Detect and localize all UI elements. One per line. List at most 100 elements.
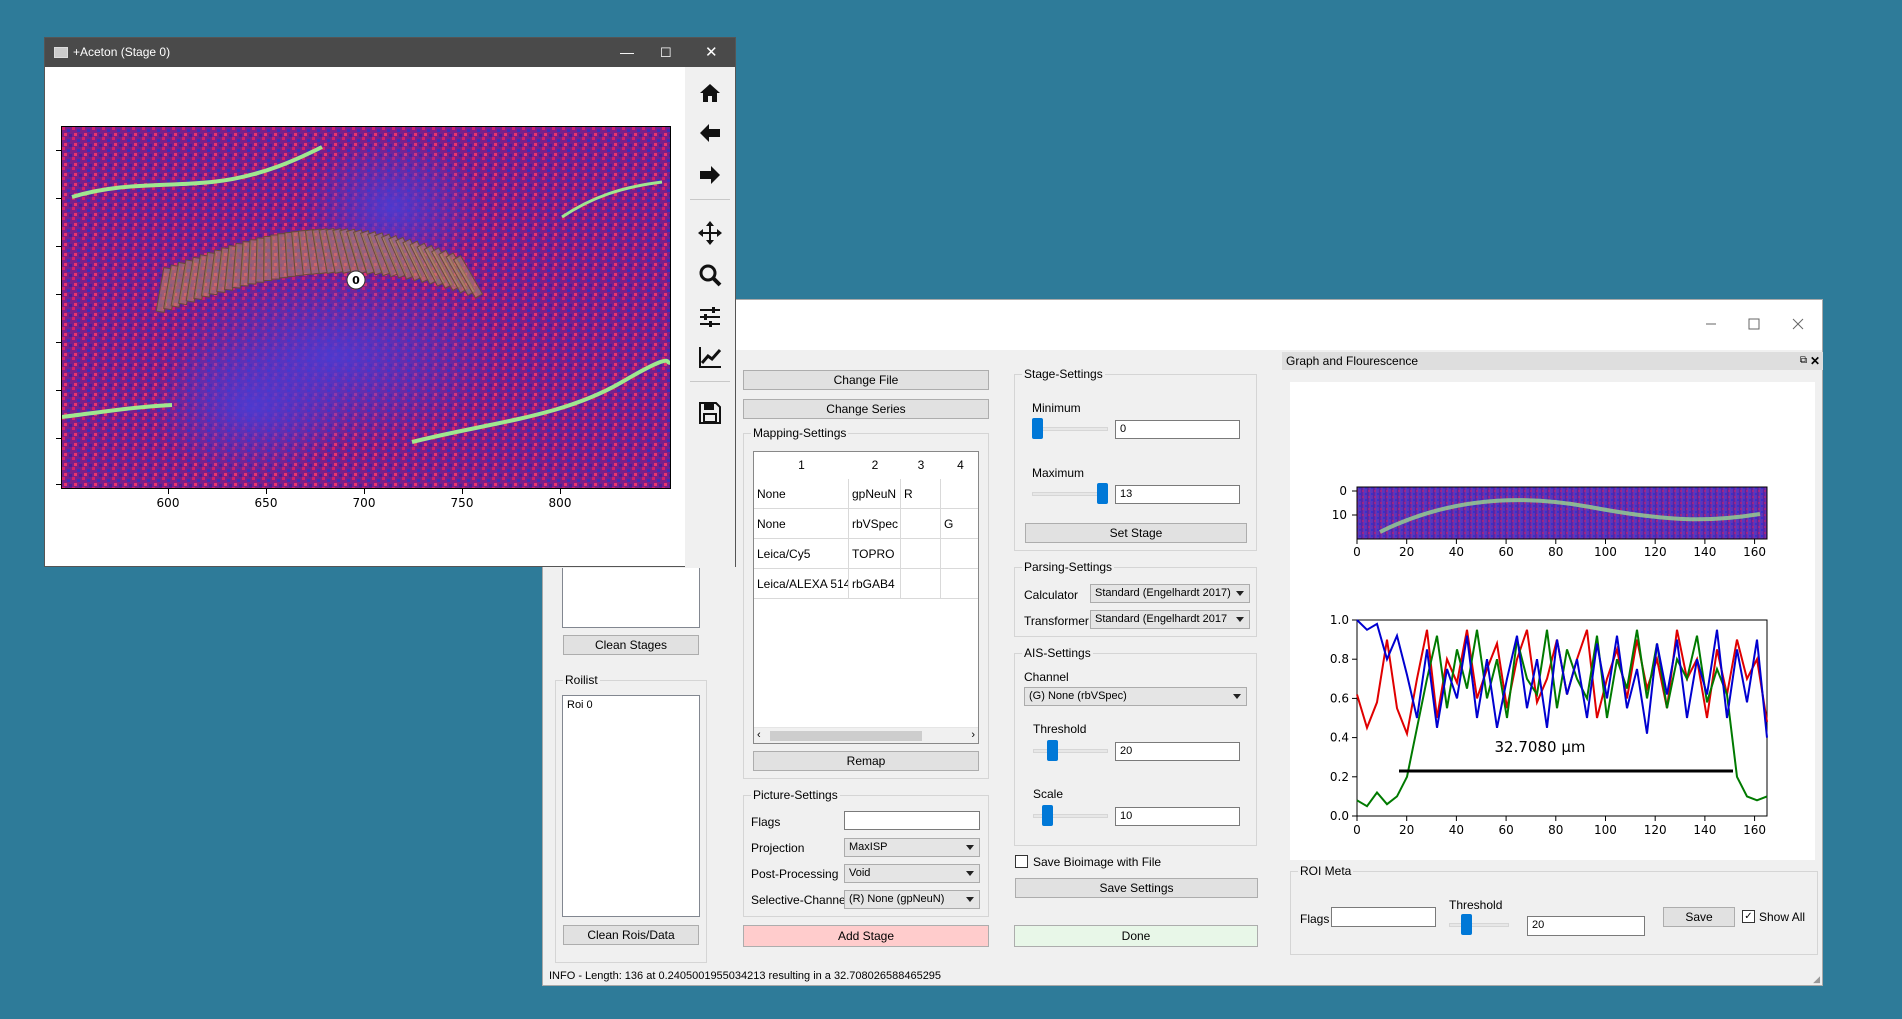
table-header[interactable]: 2 — [849, 452, 901, 479]
slider-handle[interactable] — [1042, 805, 1053, 826]
forward-arrow-icon[interactable] — [694, 159, 726, 191]
roi-flags-field[interactable] — [1331, 907, 1436, 927]
list-item[interactable]: Roi 0 — [563, 696, 699, 714]
table-cell[interactable] — [901, 509, 941, 539]
table-header[interactable]: 4 — [941, 452, 978, 479]
table-cell[interactable]: TOPRO — [849, 539, 901, 569]
table-cell[interactable] — [941, 479, 978, 509]
change-file-button[interactable]: Change File — [743, 370, 989, 390]
x-tick-label: 80 — [1548, 823, 1563, 837]
table-cell[interactable] — [941, 569, 978, 599]
table-row[interactable]: None gpNeuN R — [754, 479, 978, 509]
chevron-down-icon — [1233, 694, 1241, 699]
clean-rois-button[interactable]: Clean Rois/Data — [563, 925, 699, 945]
plot-toolbar — [685, 67, 735, 567]
maximize-icon[interactable]: ☐ — [660, 38, 672, 67]
set-stage-button[interactable]: Set Stage — [1025, 523, 1247, 543]
table-row[interactable]: None rbVSpec G — [754, 509, 978, 539]
roi-list[interactable]: Roi 0 — [562, 695, 700, 917]
show-all-label: Show All — [1759, 910, 1806, 924]
pan-icon[interactable] — [694, 217, 726, 249]
flags-field[interactable] — [844, 811, 980, 830]
table-row[interactable]: Leica/ALEXA 514 rbGAB4 — [754, 569, 978, 599]
back-arrow-icon[interactable] — [694, 117, 726, 149]
x-tick-label: 60 — [1498, 823, 1513, 837]
maximum-slider[interactable] — [1032, 483, 1108, 505]
y-tick-label: 0.4 — [1330, 731, 1349, 745]
y-tick — [56, 150, 61, 151]
table-cell[interactable]: Leica/ALEXA 514 — [754, 569, 849, 599]
scale-field[interactable]: 10 — [1115, 807, 1240, 826]
roi-threshold-slider[interactable] — [1449, 914, 1509, 936]
projection-select[interactable]: MaxISP — [844, 838, 980, 857]
minimize-button[interactable] — [1696, 314, 1726, 334]
y-tick — [56, 342, 61, 343]
status-bar: INFO - Length: 136 at 0.2405001955034213… — [549, 970, 942, 982]
scale-label: Scale — [1033, 787, 1064, 801]
threshold-field[interactable]: 20 — [1115, 742, 1240, 761]
save-settings-button[interactable]: Save Settings — [1015, 878, 1258, 898]
minimum-field[interactable]: 0 — [1115, 420, 1240, 439]
change-series-button[interactable]: Change Series — [743, 399, 989, 419]
save-icon[interactable] — [694, 397, 726, 429]
clean-stages-button[interactable]: Clean Stages — [563, 635, 699, 655]
table-cell[interactable] — [901, 539, 941, 569]
mapping-table[interactable]: 1 2 3 4 None gpNeuN R None rbVSpec G Lei… — [753, 451, 979, 744]
table-cell[interactable]: R — [901, 479, 941, 509]
slider-handle[interactable] — [1097, 483, 1108, 504]
slider-handle[interactable] — [1461, 914, 1472, 935]
calculator-select[interactable]: Standard (Engelhardt 2017) — [1090, 584, 1250, 603]
selective-channel-select[interactable]: (R) None (gpNeuN) — [844, 890, 980, 909]
strip-y-tick-label: 0 — [1339, 484, 1347, 498]
done-button[interactable]: Done — [1014, 925, 1258, 947]
table-cell[interactable]: None — [754, 479, 849, 509]
minimize-icon[interactable]: — — [620, 38, 634, 67]
stages-list[interactable] — [562, 568, 700, 628]
resize-grip-icon[interactable]: ◢ — [1813, 974, 1820, 985]
scale-slider[interactable] — [1033, 805, 1108, 827]
image-canvas[interactable]: 0 — [61, 126, 671, 489]
show-all-checkbox[interactable]: ✓ — [1742, 910, 1755, 923]
table-cell[interactable]: Leica/Cy5 — [754, 539, 849, 569]
table-header[interactable]: 1 — [754, 452, 849, 479]
float-icon[interactable]: ⧉ — [1800, 352, 1807, 370]
zoom-icon[interactable] — [694, 259, 726, 291]
save-bioimage-checkbox[interactable] — [1015, 855, 1028, 868]
maximize-button[interactable] — [1739, 314, 1769, 334]
close-icon[interactable]: ✕ — [705, 38, 718, 67]
table-row[interactable]: Leica/Cy5 TOPRO — [754, 539, 978, 569]
scrollbar-thumb[interactable] — [770, 731, 922, 741]
scroll-right-icon[interactable]: › — [971, 728, 975, 743]
transformer-select[interactable]: Standard (Engelhardt 2017 — [1090, 610, 1250, 629]
configure-subplots-icon[interactable] — [694, 301, 726, 333]
table-cell[interactable]: rbGAB4 — [849, 569, 901, 599]
projection-value: MaxISP — [849, 841, 888, 853]
close-button[interactable] — [1783, 314, 1813, 334]
post-processing-select[interactable]: Void — [844, 864, 980, 883]
maximum-field[interactable]: 13 — [1115, 485, 1240, 504]
table-cell[interactable] — [941, 539, 978, 569]
minimum-slider[interactable] — [1032, 418, 1108, 440]
horizontal-scrollbar[interactable]: ‹ › — [754, 727, 978, 743]
channel-select[interactable]: (G) None (rbVSpec) — [1024, 687, 1247, 706]
scroll-left-icon[interactable]: ‹ — [757, 728, 761, 743]
table-cell[interactable] — [901, 569, 941, 599]
table-cell[interactable]: gpNeuN — [849, 479, 901, 509]
slider-handle[interactable] — [1047, 740, 1058, 761]
channel-value: (G) None (rbVSpec) — [1029, 690, 1127, 702]
edit-axis-icon[interactable] — [694, 341, 726, 373]
slider-handle[interactable] — [1032, 418, 1043, 439]
home-icon[interactable] — [694, 77, 726, 109]
roi-save-button[interactable]: Save — [1663, 907, 1735, 927]
add-stage-button[interactable]: Add Stage — [743, 925, 989, 947]
remap-button[interactable]: Remap — [753, 751, 979, 771]
close-icon[interactable]: ✕ — [1810, 352, 1820, 370]
threshold-slider[interactable] — [1033, 740, 1108, 762]
table-cell[interactable]: None — [754, 509, 849, 539]
measurement-label: 32.7080 µm — [1495, 738, 1586, 756]
x-tick-label: 650 — [254, 496, 278, 510]
roi-threshold-field[interactable]: 20 — [1527, 916, 1645, 936]
table-cell[interactable]: rbVSpec — [849, 509, 901, 539]
table-cell[interactable]: G — [941, 509, 978, 539]
table-header[interactable]: 3 — [901, 452, 941, 479]
